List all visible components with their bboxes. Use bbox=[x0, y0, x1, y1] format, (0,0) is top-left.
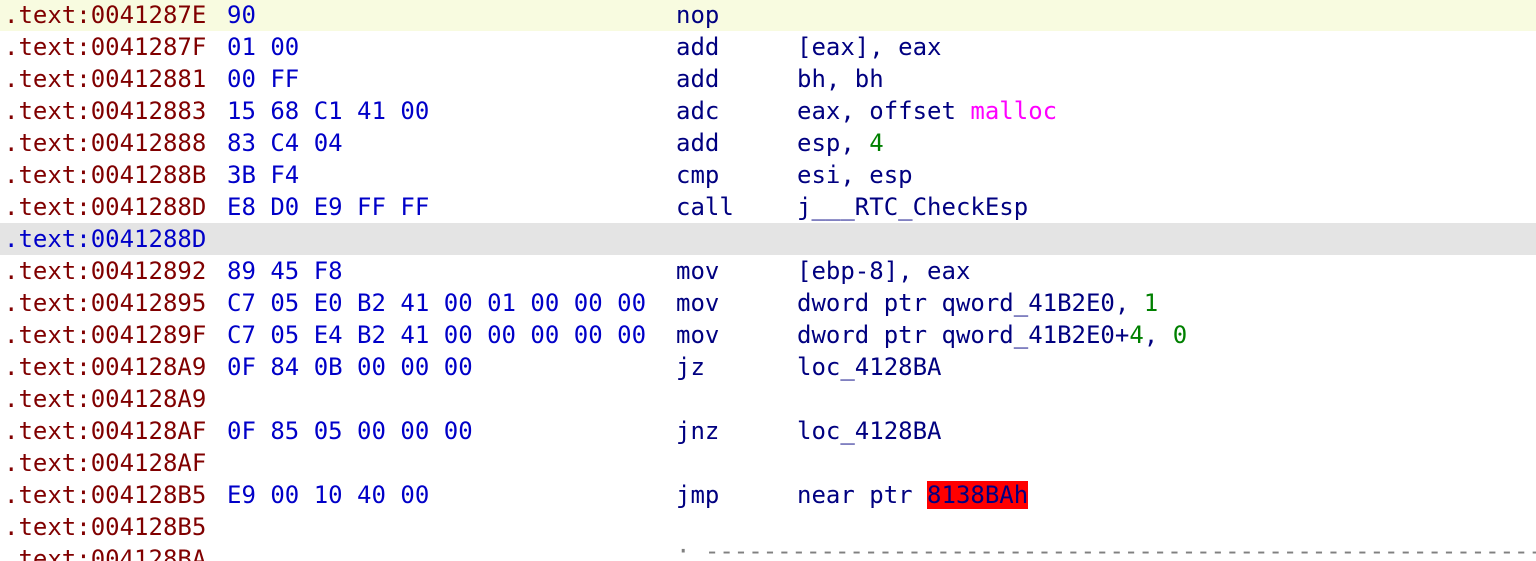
address[interactable]: .text:004128A9 bbox=[4, 383, 206, 415]
address[interactable]: .text:004128B5 bbox=[4, 511, 206, 543]
operand-text[interactable]: near ptr bbox=[797, 481, 927, 509]
operands[interactable]: esi, esp bbox=[797, 159, 913, 191]
mnemonic[interactable]: nop bbox=[676, 0, 719, 31]
opcode-bytes: 83 C4 04 bbox=[227, 129, 343, 157]
address[interactable]: .text:00412888 bbox=[4, 127, 206, 159]
immediate-value: 0 bbox=[1172, 321, 1188, 349]
address[interactable]: .text:0041288D bbox=[4, 191, 206, 223]
address[interactable]: .text:0041289F bbox=[4, 319, 206, 351]
opcode-bytes: E8 D0 E9 FF FF bbox=[227, 193, 430, 221]
operands[interactable]: bh, bh bbox=[797, 63, 884, 95]
mnemonic[interactable]: mov bbox=[676, 255, 719, 287]
operands[interactable]: esp, 4 bbox=[797, 127, 884, 159]
immediate-value: 4 bbox=[869, 129, 884, 157]
address[interactable]: .text:004128AF bbox=[4, 447, 206, 479]
operand-text[interactable]: dword ptr qword_41B2E0, bbox=[797, 289, 1144, 317]
listing-line[interactable]: .text:00412892 89 45 F8 mov [ebp-8], eax bbox=[0, 255, 1536, 287]
mnemonic[interactable]: jmp bbox=[676, 479, 719, 511]
mnemonic[interactable]: add bbox=[676, 63, 719, 95]
operands[interactable]: dword ptr qword_41B2E0+4, 0 bbox=[797, 319, 1187, 351]
opcode-bytes: E9 00 10 40 00 bbox=[227, 481, 430, 509]
opcode-bytes: 00 FF bbox=[227, 65, 300, 93]
disassembly-view[interactable]: · --------------------------------------… bbox=[0, 0, 1536, 561]
mnemonic[interactable]: mov bbox=[676, 287, 719, 319]
listing-line[interactable]: .text:0041288D E8 D0 E9 FF FF call j___RTC_… bbox=[0, 191, 1536, 223]
mnemonic[interactable]: jnz bbox=[676, 415, 719, 447]
address[interactable]: .text:004128AF bbox=[4, 415, 206, 447]
address[interactable]: .text:0041288D bbox=[4, 223, 206, 255]
address[interactable]: .text:004128B5 bbox=[4, 479, 206, 511]
listing-line[interactable]: .text:00412888 83 C4 04 add esp, 4 bbox=[0, 127, 1536, 159]
opcode-bytes: 90 bbox=[227, 1, 256, 29]
operand-text[interactable]: dword ptr qword_41B2E0+ bbox=[797, 321, 1129, 349]
opcode-bytes: 0F 84 0B 00 00 00 bbox=[227, 353, 473, 381]
address[interactable]: .text:0041288B bbox=[4, 159, 206, 191]
operands[interactable]: [eax], eax bbox=[797, 31, 942, 63]
listing-line[interactable]: .text:00412881 00 FF add bh, bh bbox=[0, 63, 1536, 95]
immediate-value: 4 bbox=[1129, 321, 1144, 349]
operand-text[interactable]: [eax], eax bbox=[797, 33, 942, 61]
listing-line[interactable]: .text:00412883 15 68 C1 41 00 adc eax, offs… bbox=[0, 95, 1536, 127]
opcode-bytes: 15 68 C1 41 00 bbox=[227, 97, 430, 125]
listing-line[interactable]: .text:0041288B 3B F4 cmp esi, esp bbox=[0, 159, 1536, 191]
opcode-bytes: 89 45 F8 bbox=[227, 257, 343, 285]
operands[interactable]: j___RTC_CheckEsp bbox=[797, 191, 1028, 223]
operand-text[interactable]: eax, offset bbox=[797, 97, 970, 125]
address[interactable]: .text:00412883 bbox=[4, 95, 206, 127]
operands[interactable]: eax, offset malloc bbox=[797, 95, 1057, 127]
mnemonic[interactable]: jz bbox=[676, 351, 705, 383]
listing-line[interactable]: .text:0041287F 01 00 add [eax], eax bbox=[0, 31, 1536, 63]
address[interactable]: .text:004128A9 bbox=[4, 351, 206, 383]
address[interactable]: .text:0041287E bbox=[4, 0, 206, 31]
address[interactable]: .text:00412895 bbox=[4, 287, 206, 319]
mnemonic[interactable]: mov bbox=[676, 319, 719, 351]
opcode-bytes: 3B F4 bbox=[227, 161, 300, 189]
listing-line[interactable]: .text:004128BA bbox=[0, 543, 1536, 561]
mnemonic[interactable]: call bbox=[676, 191, 734, 223]
opcode-bytes: 0F 85 05 00 00 00 bbox=[227, 417, 473, 445]
operand-text[interactable]: loc_4128BA bbox=[797, 417, 942, 445]
listing-line[interactable]: .text:004128A9 bbox=[0, 383, 1536, 415]
address[interactable]: .text:00412892 bbox=[4, 255, 206, 287]
operand-text[interactable]: , bbox=[1144, 321, 1173, 349]
mnemonic[interactable]: add bbox=[676, 31, 719, 63]
listing-line[interactable]: .text:0041287E 90 nop bbox=[0, 0, 1536, 31]
operand-text[interactable]: esp, bbox=[797, 129, 869, 157]
mnemonic[interactable]: adc bbox=[676, 95, 719, 127]
opcode-bytes: 01 00 bbox=[227, 33, 300, 61]
address[interactable]: .text:00412881 bbox=[4, 63, 206, 95]
listing-line[interactable]: .text:004128AF 0F 85 05 00 00 00 jnz loc_41… bbox=[0, 415, 1536, 447]
operands[interactable]: [ebp-8], eax bbox=[797, 255, 970, 287]
operands[interactable]: dword ptr qword_41B2E0, 1 bbox=[797, 287, 1158, 319]
mnemonic[interactable]: add bbox=[676, 127, 719, 159]
import-name[interactable]: malloc bbox=[970, 97, 1057, 125]
operand-text[interactable]: loc_4128BA bbox=[797, 353, 942, 381]
operand-text[interactable]: [ebp-8], eax bbox=[797, 257, 970, 285]
invalid-target[interactable]: 8138BAh bbox=[927, 481, 1029, 509]
listing-line[interactable]: .text:004128AF bbox=[0, 447, 1536, 479]
address[interactable]: .text:0041287F bbox=[4, 31, 206, 63]
address[interactable]: .text:004128BA bbox=[4, 543, 206, 561]
listing-line[interactable]: .text:0041288D bbox=[0, 223, 1536, 255]
listing-line[interactable]: .text:004128B5 E9 00 10 40 00 jmp near ptr … bbox=[0, 479, 1536, 511]
operands[interactable]: near ptr 8138BAh bbox=[797, 479, 1029, 511]
listing-line[interactable]: .text:00412895 C7 05 E0 B2 41 00 01 00 00… bbox=[0, 287, 1536, 319]
operands[interactable]: loc_4128BA bbox=[797, 351, 942, 383]
listing-line[interactable]: .text:004128B5 bbox=[0, 511, 1536, 543]
operands[interactable]: loc_4128BA bbox=[797, 415, 942, 447]
mnemonic[interactable]: cmp bbox=[676, 159, 719, 191]
operand-text[interactable]: esi, esp bbox=[797, 161, 913, 189]
listing-line[interactable]: .text:004128A9 0F 84 0B 00 00 00 jz loc_412… bbox=[0, 351, 1536, 383]
listing-line[interactable]: .text:0041289F C7 05 E4 B2 41 00 00 00 00… bbox=[0, 319, 1536, 351]
operand-text[interactable]: bh, bh bbox=[797, 65, 884, 93]
operand-text[interactable]: j___RTC_CheckEsp bbox=[797, 193, 1028, 221]
opcode-bytes: C7 05 E0 B2 41 00 01 00 00 00 bbox=[227, 289, 647, 317]
opcode-bytes: C7 05 E4 B2 41 00 00 00 00 00 bbox=[227, 321, 647, 349]
immediate-value: 1 bbox=[1143, 289, 1159, 317]
